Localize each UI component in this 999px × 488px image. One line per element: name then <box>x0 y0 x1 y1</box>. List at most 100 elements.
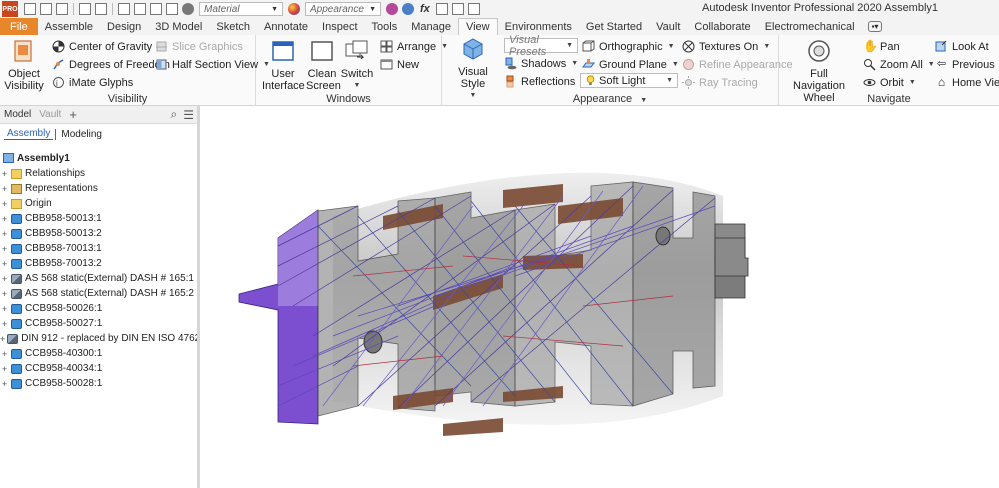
lighting-style-dropdown[interactable]: Soft Light ▼ <box>580 73 678 88</box>
undo-icon[interactable] <box>79 3 91 15</box>
app-logo-icon[interactable]: PRO <box>2 1 18 17</box>
pan-button[interactable]: ✋ Pan <box>863 38 900 55</box>
add-icon[interactable] <box>451 3 464 15</box>
redo-icon[interactable] <box>95 3 107 15</box>
tree-item[interactable]: + CBB958-50013:1 <box>0 211 197 226</box>
tree-item[interactable]: + CCB958-50028:1 <box>0 376 197 391</box>
refine-appearance-button[interactable]: Refine Appearance <box>682 56 793 73</box>
measure-icon[interactable] <box>435 3 448 15</box>
adjust-icon[interactable] <box>402 3 414 15</box>
ground-plane-button[interactable]: Ground Plane ▼ <box>582 56 679 73</box>
tree-item[interactable]: + CBB958-70013:2 <box>0 256 197 271</box>
expand-icon[interactable]: + <box>0 199 9 209</box>
tab-model[interactable]: Model <box>0 109 35 120</box>
ribbon-options-button[interactable]: ▪▾ <box>862 18 889 35</box>
menu-icon[interactable]: ☰ <box>183 108 194 122</box>
expand-icon[interactable]: + <box>0 244 9 254</box>
expand-icon[interactable]: + <box>0 259 9 269</box>
customize-icon[interactable] <box>467 3 480 15</box>
tree-item[interactable]: + CCB958-40034:1 <box>0 361 197 376</box>
clean-screen-button[interactable]: Clean Screen <box>306 39 341 92</box>
material-dropdown[interactable]: Material ▼ <box>199 2 283 16</box>
tree-item[interactable]: + DIN 912 - replaced by DIN EN ISO 4762 M… <box>0 331 197 346</box>
tab-environments[interactable]: Environments <box>498 18 579 35</box>
previous-view-button[interactable]: ⇦ Previous ▼ <box>935 56 999 73</box>
object-visibility-button[interactable]: Object Visibility <box>4 39 44 92</box>
tab-tools[interactable]: Tools <box>365 18 405 35</box>
imate-glyphs-button[interactable]: i iMate Glyphs <box>52 74 133 91</box>
save-icon[interactable] <box>56 3 68 15</box>
expand-icon[interactable]: + <box>0 364 9 374</box>
user-interface-button[interactable]: User Interface <box>262 39 305 92</box>
switch-button[interactable]: Switch ▼ <box>340 39 374 92</box>
tree-item[interactable]: + CCB958-40300:1 <box>0 346 197 361</box>
tab-get-started[interactable]: Get Started <box>579 18 649 35</box>
graphics-viewport[interactable] <box>203 106 999 488</box>
update-icon[interactable] <box>166 3 178 15</box>
expand-icon[interactable]: + <box>0 379 9 389</box>
tree-item[interactable]: + CBB958-70013:1 <box>0 241 197 256</box>
subtab-modeling[interactable]: Modeling <box>58 129 105 140</box>
chevron-down-icon[interactable]: ▼ <box>640 97 647 104</box>
half-section-view-button[interactable]: Half Section View ▼ <box>155 56 270 73</box>
arrange-button[interactable]: Arrange ▼ <box>380 38 448 55</box>
tab-vault[interactable]: Vault <box>649 18 687 35</box>
expand-icon[interactable]: + <box>0 334 5 344</box>
tab-vault-browser[interactable]: Vault <box>35 109 65 120</box>
tree-item[interactable]: + CCB958-50027:1 <box>0 316 197 331</box>
expand-icon[interactable]: + <box>0 184 9 194</box>
tab-manage[interactable]: Manage <box>404 18 458 35</box>
subtab-assembly[interactable]: Assembly <box>4 128 54 140</box>
slice-graphics-button[interactable]: Slice Graphics <box>155 38 243 55</box>
expand-icon[interactable]: + <box>0 169 9 179</box>
expand-icon[interactable]: + <box>0 274 9 284</box>
tree-item[interactable]: + AS 568 static(External) DASH # 165:1 <box>0 271 197 286</box>
look-at-button[interactable]: Look At <box>935 38 989 55</box>
expand-icon[interactable]: + <box>0 229 9 239</box>
orthographic-button[interactable]: Orthographic ▼ <box>582 38 675 55</box>
textures-on-button[interactable]: Textures On ▼ <box>682 38 770 55</box>
tree-root[interactable]: Assembly1 <box>0 150 197 166</box>
tab-design[interactable]: Design <box>100 18 148 35</box>
tree-item[interactable]: + Representations <box>0 181 197 196</box>
zoom-all-button[interactable]: Zoom All ▼ <box>863 56 935 73</box>
expand-icon[interactable]: + <box>0 319 9 329</box>
tab-electromechanical[interactable]: Electromechanical <box>758 18 862 35</box>
degrees-of-freedom-button[interactable]: Degrees of Freedom <box>52 56 170 73</box>
tab-collaborate[interactable]: Collaborate <box>687 18 757 35</box>
select-icon[interactable] <box>150 3 162 15</box>
orbit-button[interactable]: Orbit ▼ <box>863 74 916 91</box>
new-file-icon[interactable] <box>24 3 36 15</box>
add-tab-icon[interactable]: + <box>69 107 77 122</box>
home-view-button[interactable]: ⌂ Home View <box>935 74 999 91</box>
appearance-dropdown[interactable]: Appearance ▼ <box>305 2 381 16</box>
home-icon[interactable] <box>118 3 130 15</box>
clear-appearance-icon[interactable] <box>386 3 398 15</box>
tree-item[interactable]: + Relationships <box>0 166 197 181</box>
expand-icon[interactable]: + <box>0 349 9 359</box>
parameters-icon[interactable]: fx <box>420 3 430 15</box>
tab-assemble[interactable]: Assemble <box>38 18 100 35</box>
visual-presets-dropdown[interactable]: Visual Presets ▼ <box>504 34 578 58</box>
center-of-gravity-button[interactable]: Center of Gravity <box>52 38 152 55</box>
tree-item[interactable]: + CCB958-50026:1 <box>0 301 197 316</box>
tab-annotate[interactable]: Annotate <box>257 18 315 35</box>
search-icon[interactable]: ⌕ <box>171 107 178 122</box>
new-window-button[interactable]: New <box>380 56 419 73</box>
properties-icon[interactable] <box>134 3 146 15</box>
tree-item[interactable]: + AS 568 static(External) DASH # 165:2 <box>0 286 197 301</box>
tab-sketch[interactable]: Sketch <box>209 18 257 35</box>
tab-file[interactable]: File <box>0 18 38 35</box>
tab-3d-model[interactable]: 3D Model <box>148 18 209 35</box>
tab-view[interactable]: View <box>457 18 498 35</box>
expand-icon[interactable]: + <box>0 214 9 224</box>
shadows-button[interactable]: Shadows ▼ <box>504 55 578 72</box>
reflections-button[interactable]: Reflections ▼ <box>504 73 587 90</box>
tree-item[interactable]: + Origin <box>0 196 197 211</box>
ray-tracing-button[interactable]: Ray Tracing <box>682 74 758 91</box>
open-file-icon[interactable] <box>40 3 52 15</box>
tree-item[interactable]: + CBB958-50013:2 <box>0 226 197 241</box>
tab-inspect[interactable]: Inspect <box>315 18 364 35</box>
expand-icon[interactable]: + <box>0 304 9 314</box>
expand-icon[interactable]: + <box>0 289 9 299</box>
